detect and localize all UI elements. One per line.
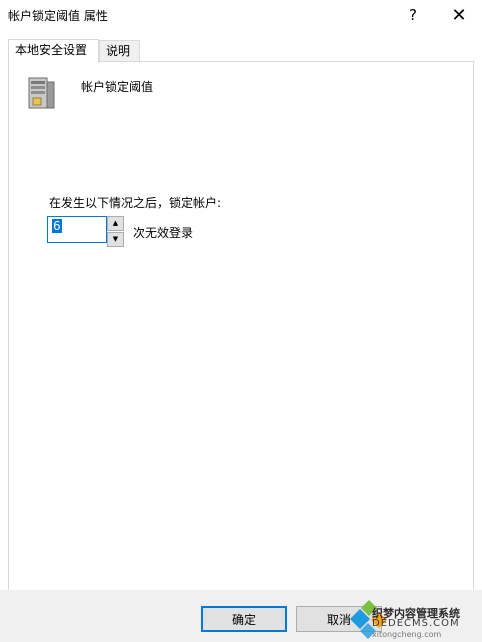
attempts-spinner[interactable]: 6 ▲ ▼ <box>47 216 125 247</box>
attempts-unit-label: 次无效登录 <box>133 226 194 240</box>
tab-panel: 帐户锁定阈值 在发生以下情况之后，锁定帐户: 6 ▲ ▼ 次无效登录 <box>8 61 474 591</box>
title-bar: 帐户锁定阈值 属性 ? ✕ <box>0 0 482 30</box>
ok-button[interactable]: 确定 <box>201 606 287 632</box>
spinner-buttons: ▲ ▼ <box>107 216 124 247</box>
window-title: 帐户锁定阈值 属性 <box>8 9 108 23</box>
tab-explain[interactable]: 说明 <box>99 40 140 62</box>
watermark-url: DEDECMS.COM <box>372 618 460 629</box>
attempts-input[interactable]: 6 <box>47 216 107 243</box>
lockout-prompt: 在发生以下情况之后，锁定帐户: <box>49 196 222 210</box>
attempts-value: 6 <box>52 219 62 233</box>
spinner-up-icon[interactable]: ▲ <box>107 216 124 231</box>
policy-name: 帐户锁定阈值 <box>81 80 154 94</box>
tab-local-security-setting[interactable]: 本地安全设置 <box>8 39 99 63</box>
server-icon <box>28 77 55 109</box>
close-button[interactable]: ✕ <box>440 0 478 30</box>
spinner-down-icon[interactable]: ▼ <box>107 232 124 247</box>
help-button[interactable]: ? <box>394 0 432 30</box>
watermark-sub: xitongcheng.com <box>372 630 442 639</box>
